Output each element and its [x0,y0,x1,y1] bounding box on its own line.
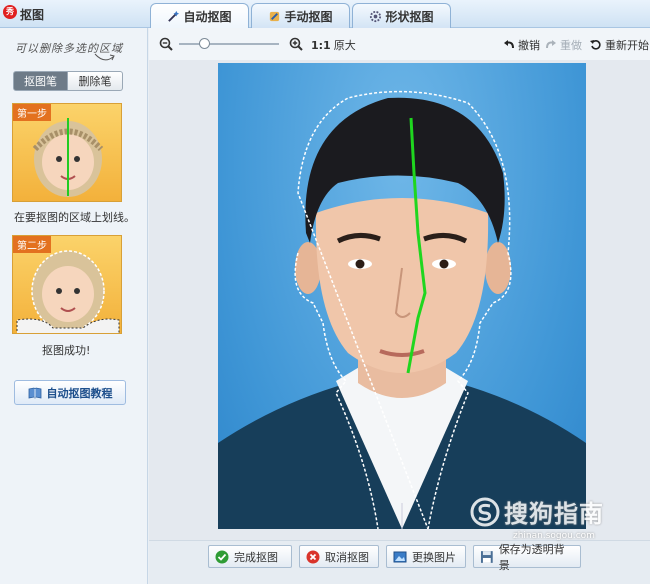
zoom-label: 原大 [333,39,356,52]
brush-mode-toggle: 抠图笔 删除笔 [13,71,123,91]
zoom-slider-track[interactable] [179,43,279,45]
tab-label: 自动抠图 [183,10,232,24]
tab-auto-cutout[interactable]: 自动抠图 [150,3,249,29]
tab-manual-cutout[interactable]: 手动抠图 [251,3,350,28]
erase-brush-button[interactable]: 删除笔 [68,71,123,91]
save-label: 保存为透明背景 [498,542,565,572]
window-title: 抠图 [20,8,45,22]
undo-label: 撤销 [518,39,540,52]
undo-icon [504,40,514,49]
editing-canvas[interactable] [149,60,650,540]
zoom-out-icon[interactable] [159,37,173,51]
step1-illustration: 第一步 [12,103,122,202]
portrait-photo[interactable] [218,63,586,529]
book-icon [28,387,41,399]
watermark-url: zhinan.sogou.com [513,531,595,541]
step1-caption: 在要抠图的区域上划线。 [14,211,135,224]
finish-cutout-button[interactable]: 完成抠图 [208,545,292,568]
left-panel: 可以删除多选的区域 抠图笔 删除笔 第一步 在要抠图的区域上划线。 第二步 抠图… [0,28,148,584]
image-icon [393,551,407,562]
app-logo-icon: 秀 [3,5,17,19]
cancel-cutout-button[interactable]: 取消抠图 [299,545,379,568]
step2-illustration: 第二步 [12,235,122,334]
watermark-text: 搜狗指南 [504,500,604,528]
watermark: 搜狗指南 [470,494,604,529]
portrait-illustration [218,90,586,529]
tab-label: 形状抠图 [385,9,434,24]
undo-button[interactable]: 撤销 [503,37,540,53]
title-bar: 秀 抠图 自动抠图 手动抠图 形状抠图 [0,0,650,29]
action-bar: 完成抠图 取消抠图 更换图片 保存为透明背景 [149,540,650,584]
zoom-in-icon[interactable] [289,37,303,51]
step2-caption: 抠图成功! [42,344,91,357]
cancel-label: 取消抠图 [325,550,369,564]
step2-badge: 第二步 [13,236,51,253]
gear-shape-icon [370,10,382,22]
tab-bar: 自动抠图 手动抠图 形状抠图 [150,3,453,29]
actual-size-button[interactable]: 1:1 原大 [311,37,356,53]
cancel-icon [306,550,320,563]
zoom-ratio: 1:1 [311,38,331,52]
zoom-slider-handle[interactable] [198,38,210,49]
cutout-brush-button[interactable]: 抠图笔 [13,71,68,91]
hand-pen-icon [270,11,280,21]
curl-arrow-icon [94,53,115,61]
restart-label: 重新开始 [605,39,649,52]
tab-label: 手动抠图 [284,9,333,24]
canvas-toolbar: 1:1 原大 撤销 重做 重新开始 [149,28,650,60]
tutorial-button[interactable]: 自动抠图教程 [14,380,126,405]
save-transparent-button[interactable]: 保存为透明背景 [473,543,581,572]
check-icon [215,550,229,563]
replace-image-button[interactable]: 更换图片 [386,545,466,568]
replace-label: 更换图片 [412,550,456,564]
redo-label: 重做 [560,39,582,52]
save-icon [480,550,493,563]
tutorial-label: 自动抠图教程 [46,386,113,400]
step1-badge: 第一步 [13,104,51,121]
sogou-logo-icon [470,497,500,526]
restart-icon [590,40,601,50]
redo-icon [546,40,556,49]
finish-label: 完成抠图 [234,550,278,564]
restart-button[interactable]: 重新开始 [590,37,649,53]
redo-button[interactable]: 重做 [545,37,582,53]
magic-wand-icon [168,10,180,22]
tab-shape-cutout[interactable]: 形状抠图 [352,3,451,28]
